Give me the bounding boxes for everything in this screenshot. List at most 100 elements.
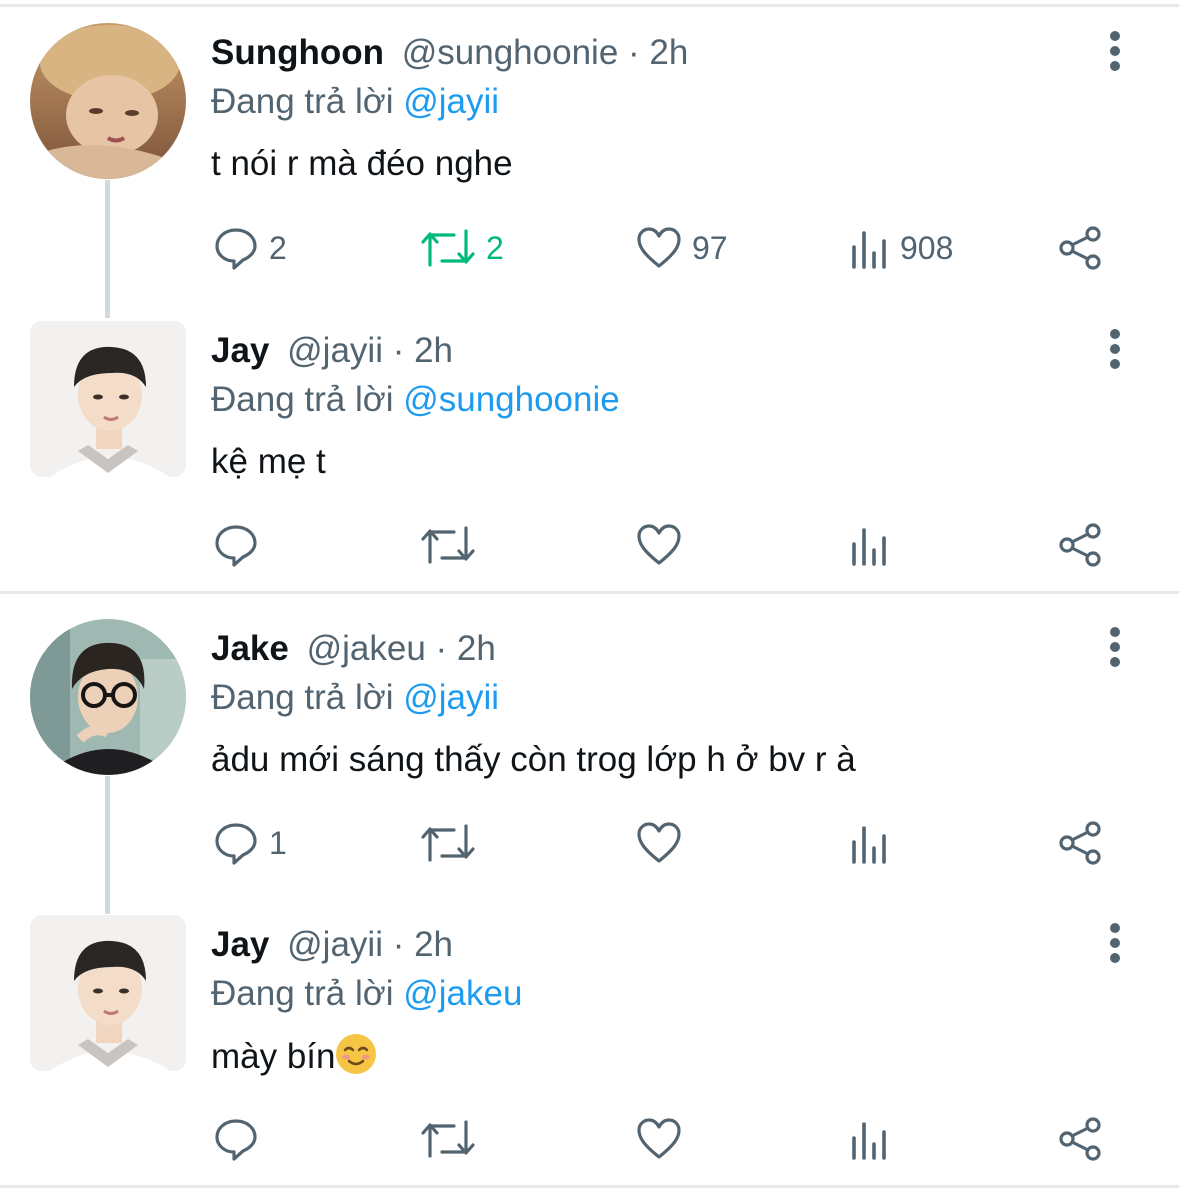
share-button[interactable] (1057, 223, 1103, 273)
action-bar: 2 2 97 908 (0, 223, 1179, 273)
views-button[interactable]: 908 (850, 223, 953, 273)
reply-count: 2 (269, 229, 287, 266)
action-bar (0, 1114, 1179, 1164)
reply-icon (215, 228, 257, 270)
like-button[interactable]: 97 (636, 223, 728, 273)
retweet-button[interactable]: 2 (420, 223, 504, 273)
reply-icon (215, 525, 257, 567)
reply-icon (215, 823, 257, 865)
tweet-header: Sunghoon @sunghoonie · 2h (211, 32, 688, 74)
more-options-icon[interactable] (1100, 326, 1130, 372)
retweet-icon (421, 526, 475, 564)
heart-icon (637, 822, 681, 863)
tweet-header: Jay @jayii · 2h (211, 924, 453, 966)
more-options-icon[interactable] (1100, 920, 1130, 966)
timestamp[interactable]: · 2h (393, 925, 453, 964)
reply-button[interactable] (213, 520, 259, 570)
tweet-text: mày bín (211, 1034, 376, 1079)
retweet-button[interactable] (420, 818, 476, 868)
more-options-icon[interactable] (1100, 624, 1130, 670)
reply-button[interactable]: 2 (213, 223, 287, 273)
avatar-jay-icon (30, 321, 186, 477)
avatar[interactable] (30, 321, 186, 477)
heart-icon (637, 227, 681, 268)
heart-icon (637, 524, 681, 565)
avatar[interactable] (30, 23, 186, 179)
tweet[interactable]: Jay @jayii · 2h Đang trả lời @sunghoonie… (0, 298, 1179, 591)
tweet-text: kệ mẹ t (211, 442, 326, 481)
retweet-button[interactable] (420, 1114, 476, 1164)
replying-to-label: Đang trả lời (211, 974, 394, 1013)
share-icon (1059, 523, 1101, 567)
tweet-text-content: mày bín (211, 1037, 336, 1076)
retweet-icon (421, 1120, 475, 1158)
tweet-header: Jay @jayii · 2h (211, 330, 453, 372)
share-icon (1059, 1117, 1101, 1161)
timestamp[interactable]: · 2h (436, 629, 496, 668)
display-name[interactable]: Jay (211, 331, 269, 370)
share-button[interactable] (1057, 1114, 1103, 1164)
mention-link[interactable]: @jakeu (403, 974, 522, 1013)
views-button[interactable] (850, 1114, 890, 1164)
handle[interactable]: @jakeu (307, 629, 426, 668)
reply-button[interactable] (213, 1114, 259, 1164)
timestamp[interactable]: · 2h (393, 331, 453, 370)
views-chart-icon (852, 231, 886, 269)
retweet-button[interactable] (420, 520, 476, 570)
like-button[interactable] (636, 818, 682, 868)
replying-to-label: Đang trả lời (211, 678, 394, 717)
heart-icon (637, 1118, 681, 1159)
retweet-icon (421, 229, 475, 267)
action-bar (0, 520, 1179, 570)
thread-divider (0, 591, 1179, 594)
share-icon (1059, 821, 1101, 865)
views-button[interactable] (850, 520, 890, 570)
bottom-divider (0, 1185, 1179, 1188)
smiling-face-icon (335, 1034, 376, 1074)
reply-icon (215, 1119, 257, 1161)
avatar-jake-icon (30, 619, 186, 775)
tweet[interactable]: Sunghoon @sunghoonie · 2h Đang trả lời @… (0, 0, 1179, 295)
like-count: 97 (692, 229, 728, 266)
display-name[interactable]: Sunghoon (211, 33, 384, 72)
views-button[interactable] (850, 818, 890, 868)
avatar[interactable] (30, 915, 186, 1071)
display-name[interactable]: Jake (211, 629, 289, 668)
avatar-jay-icon (30, 915, 186, 1071)
more-options-icon[interactable] (1100, 28, 1130, 74)
share-button[interactable] (1057, 520, 1103, 570)
views-count: 908 (900, 229, 954, 266)
tweet[interactable]: Jay @jayii · 2h Đang trả lời @jakeu mày … (0, 892, 1179, 1185)
share-button[interactable] (1057, 818, 1103, 868)
replying-to: Đang trả lời @jayii (211, 81, 499, 123)
views-chart-icon (852, 528, 886, 566)
reply-button[interactable]: 1 (213, 818, 287, 868)
timestamp[interactable]: · 2h (628, 33, 688, 72)
share-icon (1059, 226, 1101, 270)
action-bar: 1 (0, 818, 1179, 868)
tweet[interactable]: Jake @jakeu · 2h Đang trả lời @jayii ảdu… (0, 596, 1179, 891)
like-button[interactable] (636, 520, 682, 570)
views-chart-icon (852, 826, 886, 864)
replying-to: Đang trả lời @jakeu (211, 973, 522, 1015)
retweet-count: 2 (486, 229, 504, 266)
mention-link[interactable]: @sunghoonie (403, 380, 620, 419)
handle[interactable]: @jayii (287, 331, 383, 370)
display-name[interactable]: Jay (211, 925, 269, 964)
handle[interactable]: @sunghoonie (402, 33, 619, 72)
replying-to: Đang trả lời @jayii (211, 677, 499, 719)
mention-link[interactable]: @jayii (403, 678, 499, 717)
replying-to-label: Đang trả lời (211, 380, 394, 419)
tweet-header: Jake @jakeu · 2h (211, 628, 496, 670)
handle[interactable]: @jayii (287, 925, 383, 964)
tweet-text: t nói r mà đéo nghe (211, 144, 513, 183)
retweet-icon (421, 824, 475, 862)
avatar[interactable] (30, 619, 186, 775)
views-chart-icon (852, 1122, 886, 1160)
replying-to-label: Đang trả lời (211, 82, 394, 121)
tweet-text: ảdu mới sáng thấy còn trog lớp h ở bv r … (211, 740, 856, 779)
avatar-sunghoon-icon (30, 23, 186, 179)
replying-to: Đang trả lời @sunghoonie (211, 379, 620, 421)
like-button[interactable] (636, 1114, 682, 1164)
mention-link[interactable]: @jayii (403, 82, 499, 121)
